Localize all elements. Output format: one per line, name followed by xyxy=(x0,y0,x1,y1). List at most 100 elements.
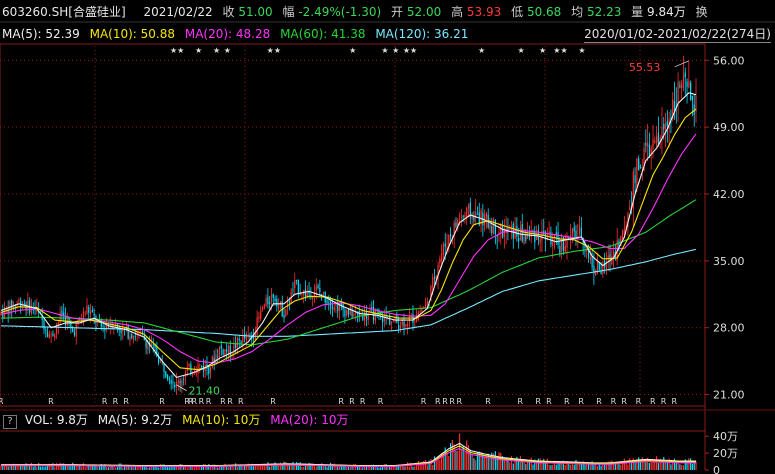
volume-bar xyxy=(693,462,695,470)
candle-body xyxy=(222,349,224,355)
candle-body xyxy=(50,334,52,336)
volume-bar xyxy=(424,459,427,470)
quote-bar: 603260.SH[合盛硅业] 2021/02/22 收 51.00 幅 -2.… xyxy=(0,4,775,22)
candle-body xyxy=(492,218,495,235)
volume-bar xyxy=(132,467,135,470)
volume-bar xyxy=(179,464,181,470)
y-tick-label: 56.00 xyxy=(713,54,745,67)
high-label: 高 xyxy=(451,5,464,19)
candle-body xyxy=(344,309,346,317)
candle-body xyxy=(294,279,296,289)
change-value: -2.49%(-1.30) xyxy=(298,5,382,19)
volume-bar xyxy=(602,464,604,470)
help-icon[interactable]: ? xyxy=(3,415,17,429)
ma-legend: MA(5): 52.39 MA(10): 50.88 MA(20): 48.28… xyxy=(0,26,775,43)
volume-bar xyxy=(337,466,339,470)
volume-bar xyxy=(543,458,545,470)
star-marker: ★ xyxy=(170,46,177,55)
volume-bar xyxy=(107,467,110,470)
candle-body xyxy=(580,227,582,238)
candle-body xyxy=(450,233,452,237)
candle-body xyxy=(283,315,285,319)
candle-body xyxy=(485,212,488,219)
candle-body xyxy=(218,347,221,358)
y-tick-label: 35.00 xyxy=(713,255,745,268)
volume-bar xyxy=(539,458,541,470)
star-marker: ★ xyxy=(177,46,184,55)
candle-body xyxy=(177,380,179,384)
volume-bar xyxy=(419,464,421,470)
avg-value: 52.23 xyxy=(586,5,622,19)
volume-bar xyxy=(149,467,151,470)
volume-bar xyxy=(313,465,316,470)
volume-bar xyxy=(460,450,462,470)
volume-bar xyxy=(303,466,305,470)
volume-bar xyxy=(616,464,618,470)
candle-body xyxy=(328,302,330,304)
candlestick-chart[interactable]: 56.00 49.00 42.00 35.00 28.00 21.00 40万 20万 0 55.… xyxy=(0,0,775,474)
volume-bar xyxy=(580,463,582,470)
volume-bar xyxy=(448,456,450,470)
volume-bar xyxy=(351,466,353,470)
volume-bar xyxy=(127,466,129,470)
volume-bar xyxy=(276,465,278,470)
volume-bar xyxy=(147,467,149,470)
candle-body xyxy=(460,216,462,218)
volume-bar xyxy=(527,461,529,470)
candle-body xyxy=(441,253,443,261)
volume-bar xyxy=(322,466,325,470)
volume-bar xyxy=(294,465,296,470)
turnover-label: 换 xyxy=(695,5,708,19)
star-marker: ★ xyxy=(517,46,524,55)
open-value: 52.00 xyxy=(406,5,442,19)
r-marker: R xyxy=(535,397,541,406)
candle-body xyxy=(140,330,142,332)
candle-body xyxy=(226,349,228,352)
candle-body xyxy=(179,380,181,384)
candle-body xyxy=(333,306,335,311)
y-tick-label: 21.00 xyxy=(713,389,745,402)
volume-legend: ? VOL: 9.8万 MA(5): 9.2万 MA(10): 10万 MA(2… xyxy=(0,412,775,429)
volume-bar xyxy=(36,467,38,470)
volume-bar xyxy=(503,459,505,470)
candle-body xyxy=(236,338,239,348)
volume-bar xyxy=(145,466,147,470)
candle-body xyxy=(11,300,13,309)
candle-body xyxy=(446,246,448,248)
change-label: 幅 xyxy=(282,5,295,19)
candle-body xyxy=(43,320,45,330)
star-marker: ★ xyxy=(224,46,231,55)
volume-bar xyxy=(548,464,550,470)
volume-bar xyxy=(630,463,633,470)
vol-label: 量 xyxy=(631,5,644,19)
volume-bar xyxy=(263,466,265,470)
volume-bar xyxy=(41,466,43,470)
candle-body xyxy=(54,334,56,339)
volume-bar xyxy=(252,466,255,470)
volume-bar xyxy=(530,457,532,470)
candle-body xyxy=(455,222,457,227)
volume-bar xyxy=(55,463,58,470)
volume-bar xyxy=(408,466,411,470)
candle-body xyxy=(639,166,642,169)
volume-bar xyxy=(285,461,287,470)
volume-bar xyxy=(72,462,74,470)
volume-bar xyxy=(131,467,133,470)
volume-bar xyxy=(299,462,301,470)
candle-body xyxy=(274,298,276,302)
volume-bar xyxy=(407,462,409,470)
low-label: 低 xyxy=(511,5,524,19)
candle-body xyxy=(489,224,491,229)
volume-bar xyxy=(643,461,645,470)
volume-bar xyxy=(544,462,547,470)
date-range[interactable]: 2020/01/02-2021/02/22(274日) xyxy=(584,26,771,43)
volume-bar xyxy=(249,466,251,470)
candle-body xyxy=(166,374,169,379)
volume-bar xyxy=(122,467,124,470)
r-marker: R xyxy=(206,397,212,406)
volume-bar xyxy=(355,463,357,470)
ma5-legend: MA(5): 52.39 xyxy=(2,27,80,41)
r-marker: R xyxy=(636,397,642,406)
volume-bar xyxy=(272,465,274,470)
r-marker: R xyxy=(270,397,276,406)
